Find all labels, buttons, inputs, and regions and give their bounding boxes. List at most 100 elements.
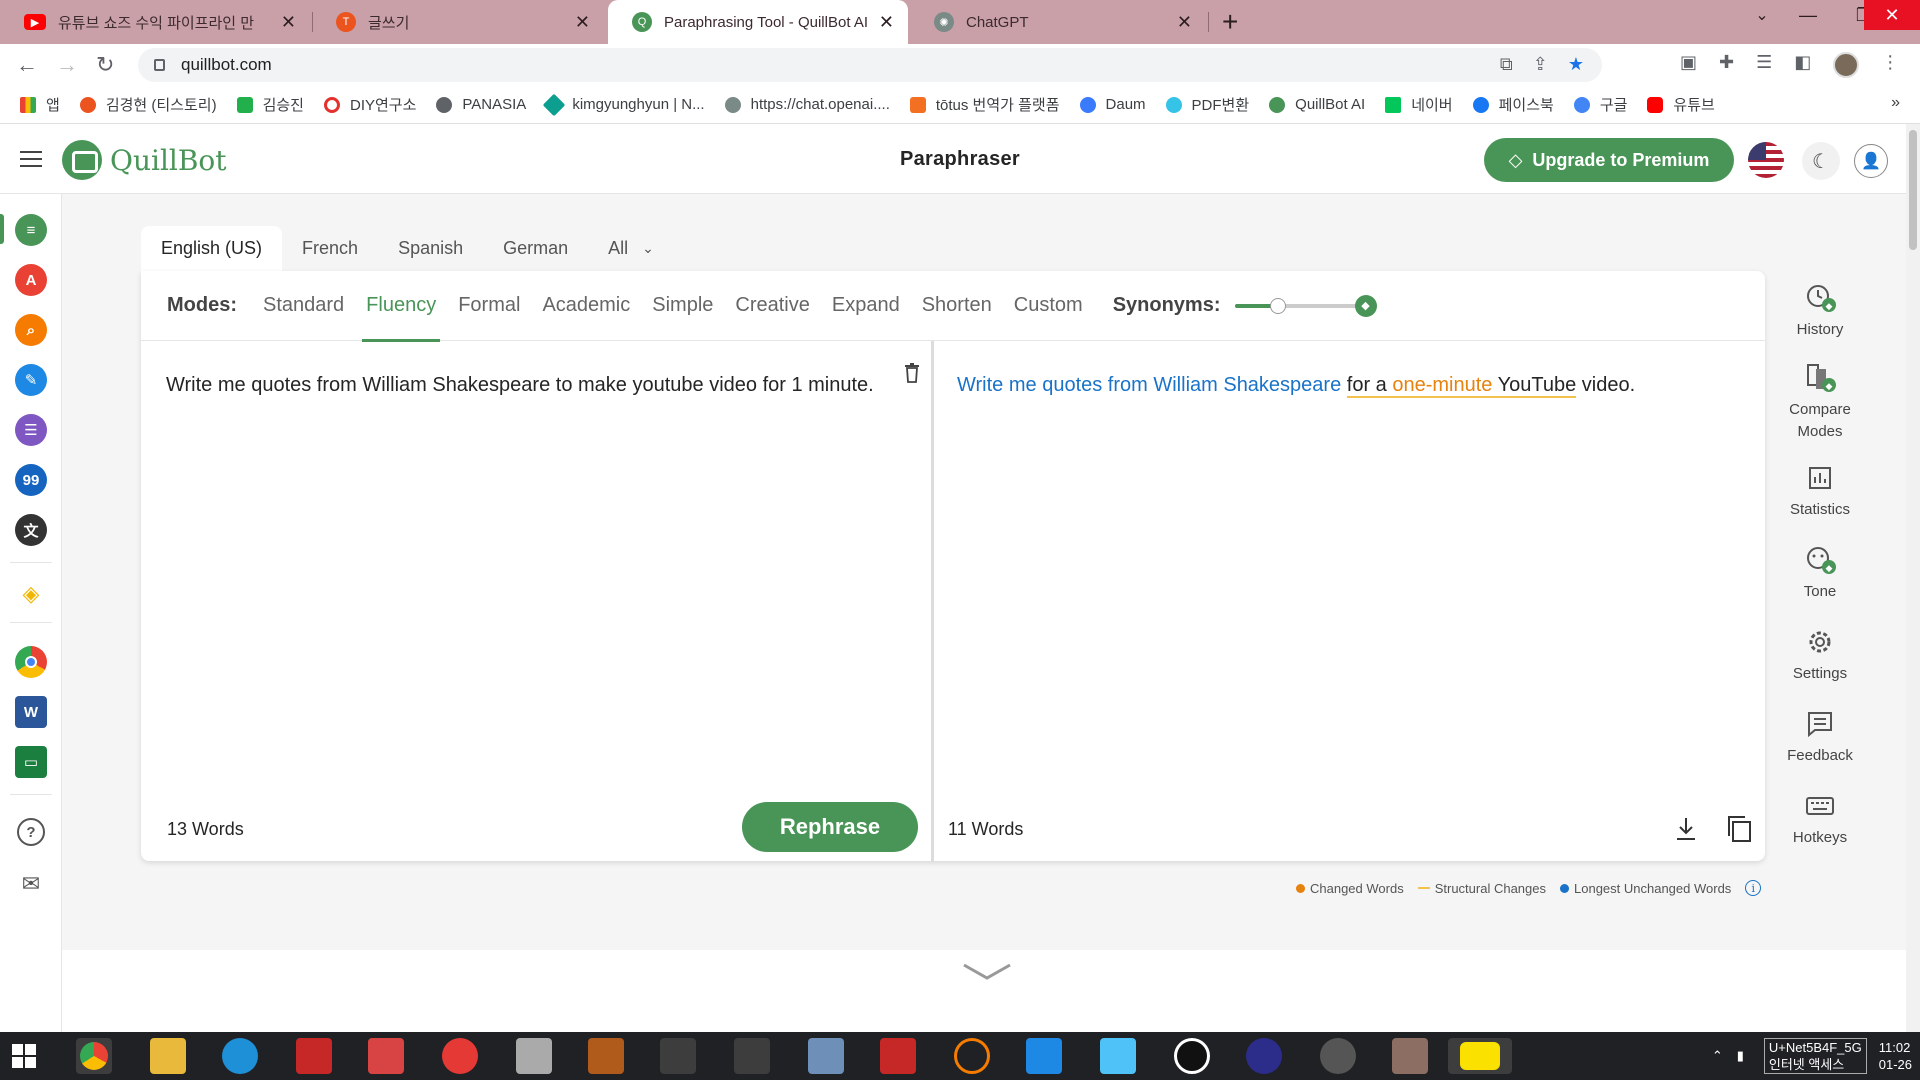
- profile-avatar[interactable]: [1833, 52, 1860, 78]
- close-tab-icon[interactable]: ✕: [879, 12, 894, 33]
- puzzle-icon[interactable]: ✚: [1719, 52, 1734, 78]
- app-taskbar-icon[interactable]: [1100, 1038, 1136, 1074]
- mode-shorten[interactable]: Shorten: [922, 271, 992, 341]
- back-icon[interactable]: ←: [16, 52, 38, 78]
- mode-formal[interactable]: Formal: [458, 271, 520, 341]
- chrome-extension-icon[interactable]: [15, 646, 47, 678]
- unchanged-words[interactable]: Write me quotes from William Shakespeare: [957, 374, 1341, 396]
- rephrase-button[interactable]: Rephrase: [742, 802, 918, 852]
- tab-french[interactable]: French: [282, 226, 378, 271]
- mode-expand[interactable]: Expand: [832, 271, 900, 341]
- paraphraser-icon[interactable]: ≡: [15, 214, 47, 246]
- feedback-tool[interactable]: Feedback: [1765, 707, 1875, 767]
- system-clock[interactable]: 11:02 01-26: [1879, 1039, 1912, 1073]
- tab-english-us[interactable]: English (US): [141, 226, 283, 271]
- address-bar[interactable]: quillbot.com ⧉ ⇪ ★: [138, 48, 1602, 82]
- download-icon[interactable]: [1675, 816, 1697, 842]
- calculator-taskbar-icon[interactable]: [808, 1038, 844, 1074]
- browser-tab-writing[interactable]: T 글쓰기 ✕: [312, 0, 604, 44]
- statistics-tool[interactable]: Statistics: [1765, 461, 1875, 521]
- dark-mode-icon[interactable]: ☾: [1802, 142, 1840, 180]
- plagiarism-checker-icon[interactable]: ⌕: [15, 314, 47, 346]
- browser-tab-chatgpt[interactable]: ✺ ChatGPT ✕: [910, 0, 1206, 44]
- translate-icon[interactable]: ⧉: [1500, 54, 1513, 75]
- app-taskbar-icon[interactable]: [1246, 1038, 1282, 1074]
- input-textarea[interactable]: Write me quotes from William Shakespeare…: [166, 365, 886, 405]
- settings-tool[interactable]: Settings: [1765, 625, 1875, 685]
- scrollbar-thumb[interactable]: [1909, 130, 1917, 250]
- bookmark-item[interactable]: 구글: [1573, 94, 1627, 115]
- copy-icon[interactable]: [1726, 815, 1752, 843]
- mode-simple[interactable]: Simple: [652, 271, 713, 341]
- synonyms-slider[interactable]: ◆: [1234, 291, 1377, 321]
- bookmark-item[interactable]: Daum: [1079, 96, 1146, 113]
- structural-change[interactable]: for a: [1346, 374, 1393, 398]
- paint-taskbar-icon[interactable]: [660, 1038, 696, 1074]
- hotkeys-tool[interactable]: Hotkeys: [1765, 789, 1875, 849]
- bookmarks-overflow-icon[interactable]: »: [1891, 94, 1900, 112]
- mode-academic[interactable]: Academic: [542, 271, 630, 341]
- desktop-app-icon[interactable]: ▭: [15, 746, 47, 778]
- close-tab-icon[interactable]: ✕: [1177, 12, 1192, 33]
- bookmark-item[interactable]: 네이버: [1385, 94, 1453, 115]
- contact-mail-icon[interactable]: ✉: [15, 868, 47, 900]
- summarizer-icon[interactable]: ☰: [15, 414, 47, 446]
- changed-word[interactable]: one-minute: [1392, 374, 1493, 398]
- app-taskbar-icon[interactable]: [1392, 1038, 1428, 1074]
- notepad-taskbar-icon[interactable]: [734, 1038, 770, 1074]
- co-writer-icon[interactable]: ✎: [15, 364, 47, 396]
- mode-fluency[interactable]: Fluency: [362, 271, 441, 342]
- new-tab-button[interactable]: +: [1222, 6, 1238, 38]
- word-addin-icon[interactable]: W: [15, 696, 47, 728]
- chrome-taskbar-icon[interactable]: [76, 1038, 112, 1074]
- forward-icon[interactable]: →: [56, 52, 78, 78]
- app-taskbar-icon[interactable]: [442, 1038, 478, 1074]
- bookmark-item[interactable]: 유튜브: [1647, 94, 1715, 115]
- bookmark-item[interactable]: 김승진: [236, 94, 304, 115]
- extension-icon[interactable]: ▣: [1680, 52, 1697, 78]
- output-text[interactable]: Write me quotes from William Shakespeare…: [957, 365, 1737, 405]
- bookmark-item[interactable]: QuillBot AI: [1269, 96, 1365, 113]
- close-tab-icon[interactable]: ✕: [575, 12, 590, 33]
- tab-german[interactable]: German: [483, 226, 588, 271]
- share-icon[interactable]: ⇪: [1533, 54, 1548, 75]
- vscode-taskbar-icon[interactable]: [1026, 1038, 1062, 1074]
- bookmark-item[interactable]: tōtus 번역가 플랫폼: [909, 94, 1060, 115]
- tab-spanish[interactable]: Spanish: [378, 226, 483, 271]
- kakaotalk-taskbar-icon[interactable]: [1448, 1038, 1512, 1074]
- upgrade-premium-button[interactable]: ◇ Upgrade to Premium: [1484, 138, 1734, 182]
- bookmark-item[interactable]: 김경현 (티스토리): [79, 94, 217, 115]
- internet-explorer-taskbar-icon[interactable]: [222, 1038, 258, 1074]
- close-tab-icon[interactable]: ✕: [281, 12, 296, 33]
- history-tool[interactable]: ◆ History: [1765, 281, 1875, 341]
- bookmark-item[interactable]: PANASIA: [436, 96, 526, 113]
- app-taskbar-icon[interactable]: [954, 1038, 990, 1074]
- browser-tab-quillbot[interactable]: Q Paraphrasing Tool - QuillBot AI ✕: [608, 0, 908, 44]
- trash-icon[interactable]: [904, 363, 920, 383]
- us-flag-icon[interactable]: [1748, 142, 1784, 178]
- side-panel-icon[interactable]: ◧: [1794, 52, 1811, 78]
- file-explorer-taskbar-icon[interactable]: [150, 1038, 186, 1074]
- grammar-checker-icon[interactable]: A: [15, 264, 47, 296]
- info-icon[interactable]: i: [1745, 880, 1762, 896]
- premium-diamond-icon[interactable]: ◈: [15, 578, 47, 610]
- mode-custom[interactable]: Custom: [1014, 271, 1083, 341]
- bookmark-item[interactable]: https://chat.openai....: [724, 96, 890, 113]
- structural-change[interactable]: YouTube: [1492, 374, 1577, 398]
- bookmark-item[interactable]: 페이스북: [1472, 94, 1554, 115]
- sync-taskbar-icon[interactable]: [368, 1038, 404, 1074]
- network-status-icon[interactable]: ▮: [1737, 1048, 1744, 1064]
- tray-overflow-icon[interactable]: ⌃: [1712, 1048, 1723, 1064]
- reading-list-icon[interactable]: ☰: [1756, 52, 1772, 78]
- bookmark-item[interactable]: DIY연구소: [323, 94, 416, 115]
- app-taskbar-icon[interactable]: [516, 1038, 552, 1074]
- citation-generator-icon[interactable]: 99: [15, 464, 47, 496]
- scroll-down-chevron-icon[interactable]: [962, 962, 1012, 982]
- page-scrollbar[interactable]: [1906, 124, 1920, 1032]
- bookmark-item[interactable]: PDF변환: [1165, 94, 1249, 115]
- app-taskbar-icon[interactable]: [588, 1038, 624, 1074]
- bookmark-item[interactable]: kimgyunghyun | N...: [542, 93, 705, 116]
- bookmark-item[interactable]: 앱: [20, 94, 60, 115]
- slider-handle[interactable]: [1269, 297, 1286, 314]
- browser-tab-youtube[interactable]: ▶ 유튜브 쇼즈 수익 파이프라인 만 ✕: [0, 0, 310, 44]
